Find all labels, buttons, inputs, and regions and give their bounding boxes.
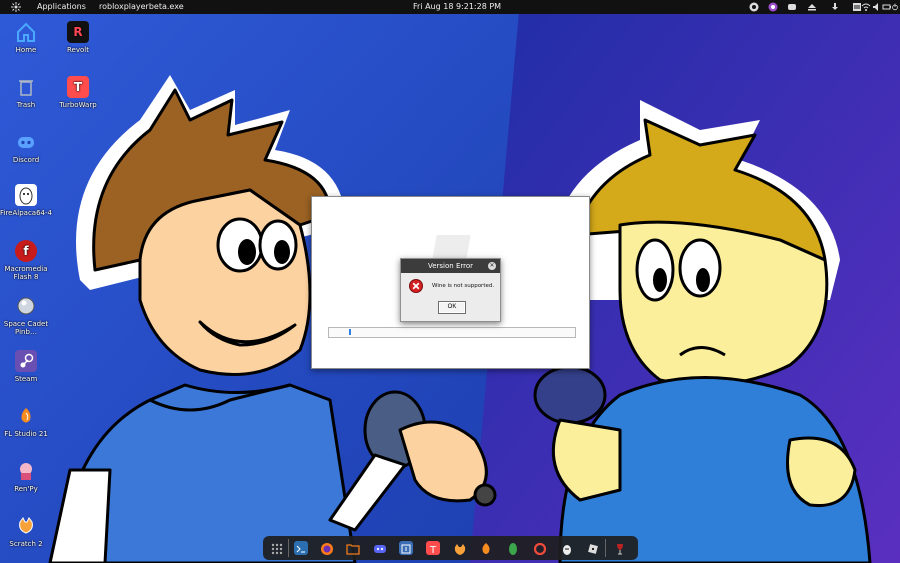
desktop-icon-label: FireAlpaca64-4 [0,209,52,217]
desktop-icon-label: TurboWarp [59,101,97,109]
discord-tray-icon[interactable] [787,2,797,12]
desktop-icon-space-cadet[interactable]: Space Cadet Pinb… [0,295,52,336]
obs-icon[interactable] [399,541,413,555]
ok-button[interactable]: OK [438,301,466,314]
install-progress-fill [349,329,351,335]
leaf-icon[interactable] [506,541,520,555]
error-icon [409,279,423,293]
pinball-icon [15,295,37,317]
desktop-icon-revolt[interactable]: R Revolt [52,21,104,54]
applications-menu[interactable]: Applications [37,0,86,14]
discord-icon[interactable] [373,541,387,555]
eject-tray-icon[interactable] [807,2,817,12]
renpy-icon [15,460,37,482]
desktop-icon-discord[interactable]: Discord [0,131,52,164]
fl-studio-icon[interactable] [479,541,493,555]
flash-icon: f [15,240,37,262]
home-icon [15,21,37,43]
desktop-icon-macromedia-flash[interactable]: f Macromedia Flash 8 [0,240,52,281]
svg-text:T: T [429,545,437,556]
desktop-icon-fl-studio[interactable]: FL Studio 21 [0,405,52,438]
error-message: Wine is not supported. [432,283,495,289]
terminal-icon[interactable] [294,541,308,555]
desktop-icon-label: Discord [12,156,40,164]
scratch-icon[interactable] [453,541,467,555]
obs-tray-icon[interactable] [768,2,778,12]
wine-icon[interactable] [613,541,627,555]
download-tray-icon[interactable] [830,2,840,12]
desktop-icon-steam[interactable]: Steam [0,350,52,383]
scratch-icon [15,515,37,537]
desktop-icon-ren[interactable]: Ren'Py [0,460,52,493]
fl-studio-icon [15,405,37,427]
desktop-icon-label: Steam [14,375,38,383]
desktop-icon-label: Ren'Py [14,485,38,493]
firealpaca-icon[interactable] [560,541,574,555]
desktop-icon-firealpaca[interactable]: FireAlpaca64-4 [0,184,52,217]
desktop-icon-label: Trash [16,101,36,109]
steam-icon [15,350,37,372]
dock-separator [288,539,289,557]
desktop-icon-label: Space Cadet Pinb… [3,320,49,336]
desktop-icon-trash[interactable]: Trash [0,76,52,109]
power-tray-icon[interactable] [891,2,899,12]
revolt-icon: R [67,21,89,43]
firealpaca-icon [15,184,37,206]
trash-icon [15,76,37,98]
dock: T [263,536,638,560]
desktop-icon-scratch[interactable]: Scratch 2 [0,515,52,548]
dock-separator [605,539,606,557]
firefox-icon[interactable] [320,541,334,555]
roblox-icon[interactable] [586,541,600,555]
desktop-icon-home[interactable]: Home [0,21,52,54]
desktop-icon-turbowarp[interactable]: T TurboWarp [52,76,104,109]
desktop-icon-label: Scratch 2 [9,540,43,548]
turbowarp-icon: T [67,76,89,98]
discord-icon [15,131,37,153]
folder-icon[interactable] [346,541,360,555]
install-progress-bar [328,327,576,338]
active-window-title[interactable]: robloxplayerbeta.exe [99,0,184,14]
applications-icon[interactable] [11,2,21,12]
clock[interactable]: Fri Aug 18 9:21:28 PM [413,0,501,14]
turbowarp-icon[interactable]: T [426,541,440,556]
steam-tray-icon[interactable] [749,2,759,12]
dialog-title: Version Error [427,262,474,270]
desktop-icon-label: Macromedia Flash 8 [4,265,48,281]
top-panel: Applications robloxplayerbeta.exe Fri Au… [0,0,900,14]
desktop-icon-label: Home [15,46,37,54]
speaker-tray-icon[interactable] [872,2,882,12]
anydesk-icon[interactable] [533,541,547,556]
desktop-icon-label: Revolt [67,46,89,54]
close-icon[interactable]: ✕ [488,262,496,270]
app-grid-icon[interactable] [270,541,284,555]
dialog-titlebar[interactable]: Version Error ✕ [401,259,500,273]
wifi-tray-icon[interactable] [861,2,871,12]
version-error-dialog[interactable]: Version Error ✕ Wine is not supported. O… [400,258,501,322]
desktop-icon-label: FL Studio 21 [4,430,48,438]
